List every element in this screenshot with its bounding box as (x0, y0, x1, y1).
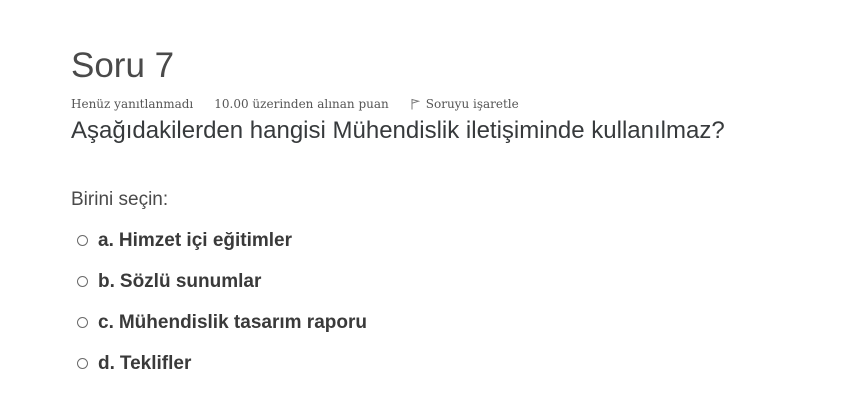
question-info: Henüz yanıtlanmadı 10.00 üzerinden alına… (71, 96, 831, 112)
answer-option-b[interactable]: b. Sözlü sunumlar (71, 261, 831, 302)
flag-question-link[interactable]: Soruyu işaretle (410, 96, 519, 112)
answer-radio-c[interactable] (77, 317, 88, 328)
flag-icon (410, 98, 421, 110)
answer-number: c. (98, 311, 114, 333)
answer-text: Teklifler (119, 352, 192, 374)
flag-label: Soruyu işaretle (425, 97, 519, 111)
answer-number: a. (98, 229, 114, 251)
answer-number: b. (98, 270, 115, 292)
answer-option-d[interactable]: d. Teklifler (71, 343, 831, 384)
answer-text: Himzet içi eğitimler (118, 229, 293, 251)
answer-text: Mühendislik tasarım raporu (118, 311, 367, 333)
answer-radio-b[interactable] (77, 276, 88, 287)
answer-option-c[interactable]: c. Mühendislik tasarım raporu (71, 302, 831, 343)
question-grade: 10.00 üzerinden alınan puan (214, 97, 389, 111)
answer-radio-d[interactable] (77, 358, 88, 369)
answer-label-d[interactable]: d. Teklifler (98, 352, 191, 376)
answer-label-b[interactable]: b. Sözlü sunumlar (98, 270, 261, 294)
answer-list: a. Himzet içi eğitimler b. Sözlü sunumla… (71, 220, 831, 384)
answer-label-c[interactable]: c. Mühendislik tasarım raporu (98, 311, 367, 335)
answer-number: d. (98, 352, 115, 374)
answer-prompt: Birini seçin: (71, 189, 169, 210)
question-title: Soru 7 (71, 46, 175, 85)
question-state: Henüz yanıtlanmadı (71, 97, 194, 111)
question-container: Soru 7 Henüz yanıtlanmadı 10.00 üzerinde… (71, 44, 831, 384)
answer-label-a[interactable]: a. Himzet içi eğitimler (98, 229, 292, 253)
answer-option-a[interactable]: a. Himzet içi eğitimler (71, 220, 831, 261)
answer-radio-a[interactable] (77, 235, 88, 246)
answer-text: Sözlü sunumlar (119, 270, 262, 292)
question-text: Aşağıdakilerden hangisi Mühendislik ilet… (71, 117, 725, 144)
